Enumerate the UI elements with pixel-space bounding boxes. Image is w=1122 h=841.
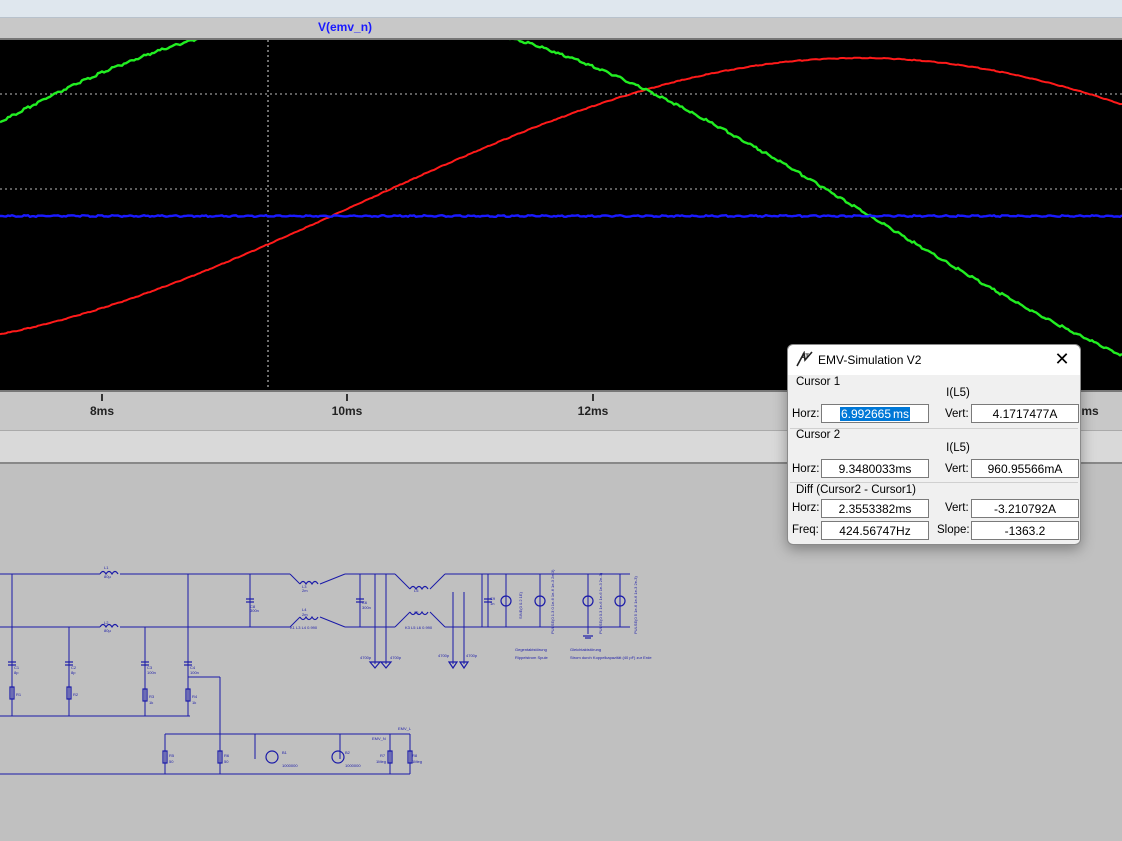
cursor2-horz-label: Horz: <box>792 463 820 475</box>
cursor2-group-label: Cursor 2 <box>796 429 841 441</box>
svg-text:LT: LT <box>802 354 809 360</box>
svg-text:PULSE(0 5 1e-6 1e-6 1e-3 2e-3): PULSE(0 5 1e-6 1e-6 1e-3 2e-3) <box>633 576 638 634</box>
schematic-labels: L1 80µ L2 80µ C8 300n C6 300n L3 2m L4 2… <box>14 565 652 768</box>
x-tick-label: 8ms <box>89 404 115 418</box>
plot-area[interactable] <box>0 13 1122 392</box>
waveform-svg <box>0 13 1122 390</box>
svg-text:80µ: 80µ <box>104 574 111 579</box>
svg-text:1000000: 1000000 <box>345 763 361 768</box>
svg-text:4700p: 4700p <box>390 655 402 660</box>
cursor2-vert-label: Vert: <box>945 463 969 475</box>
svg-text:300n: 300n <box>362 605 371 610</box>
dialog-title: EMV-Simulation V2 <box>818 353 922 367</box>
svg-text:PULSE(0 0.3 1e-6 1e-6 1e-3 2e-: PULSE(0 0.3 1e-6 1e-6 1e-3 2e-3) <box>598 572 603 634</box>
svg-text:L1: L1 <box>104 565 109 570</box>
x-tick-label: 10ms <box>331 404 363 418</box>
cursor2-trace-name: I(L5) <box>946 442 970 454</box>
diff-horz-label: Horz: <box>792 502 820 514</box>
cursor1-trace-name: I(L5) <box>946 387 970 399</box>
cursor1-horz-unit: ms <box>892 407 911 421</box>
svg-text:R2: R2 <box>73 692 79 697</box>
ltspice-window: V(emv_n) 8ms 10ms 12ms ms L1 80µ L2 80µ … <box>0 0 1122 841</box>
svg-text:EMV_L: EMV_L <box>398 726 412 731</box>
svg-text:PULSE(0 1.3 0 1e-6 1e-6 1e-3 2: PULSE(0 1.3 0 1e-6 1e-6 1e-3 2e-3) <box>550 569 555 634</box>
ltspice-logo-icon: LT <box>796 351 813 367</box>
svg-text:L6: L6 <box>414 610 419 615</box>
slope-field[interactable]: -1363.2 <box>971 521 1079 540</box>
diff-vert-label: Vert: <box>945 502 969 514</box>
svg-text:1k: 1k <box>149 700 153 705</box>
svg-text:50: 50 <box>169 759 174 764</box>
svg-text:Strom durch Koppelkapazität (4: Strom durch Koppelkapazität (40 pF) zur … <box>570 655 652 660</box>
svg-text:8p: 8p <box>71 670 76 675</box>
freq-label: Freq: <box>792 524 819 536</box>
svg-text:R6: R6 <box>224 753 230 758</box>
diff-group-label: Diff (Cursor2 - Cursor1) <box>796 484 916 496</box>
freq-field[interactable]: 424.56747Hz <box>821 521 929 540</box>
x-tick-label: ms <box>1081 404 1099 418</box>
cursor2-vert-field[interactable]: 960.95566mA <box>971 459 1079 478</box>
svg-text:R1: R1 <box>16 692 22 697</box>
svg-text:Gegentaktstörung: Gegentaktstörung <box>515 647 547 652</box>
svg-text:4700p: 4700p <box>466 653 478 658</box>
cursor1-horz-field[interactable]: 6.992665 ms <box>821 404 929 423</box>
svg-text:L5: L5 <box>414 588 419 593</box>
svg-text:Rippelstrom Spule: Rippelstrom Spule <box>515 655 548 660</box>
svg-text:1k: 1k <box>192 700 196 705</box>
window-top-bar <box>0 0 1122 18</box>
trace-label-emv-n[interactable]: V(emv_n) <box>318 20 372 34</box>
svg-text:R7: R7 <box>380 753 386 758</box>
svg-text:100n: 100n <box>190 670 199 675</box>
trace-green[interactable] <box>0 13 1122 357</box>
svg-text:4700p: 4700p <box>438 653 450 658</box>
svg-text:80µ: 80µ <box>104 628 111 633</box>
diff-horz-field[interactable]: 2.3553382ms <box>821 499 929 518</box>
svg-text:R8: R8 <box>412 753 418 758</box>
svg-text:K1 L3 L4 0.990: K1 L3 L4 0.990 <box>290 625 318 630</box>
svg-text:300n: 300n <box>250 608 259 613</box>
svg-text:SINE(0 0.2 1E): SINE(0 0.2 1E) <box>518 591 523 619</box>
svg-text:4700p: 4700p <box>360 655 372 660</box>
cursor2-horz-field[interactable]: 9.3480033ms <box>821 459 929 478</box>
svg-text:1000000: 1000000 <box>282 763 298 768</box>
svg-text:1Meg: 1Meg <box>412 759 422 764</box>
x-tick-label: 12ms <box>577 404 609 418</box>
svg-text:B1: B1 <box>282 750 288 755</box>
svg-text:1n: 1n <box>490 601 494 606</box>
cursor1-horz-selected-text: 6.992665 <box>839 407 893 421</box>
separator <box>790 482 1078 483</box>
svg-text:100n: 100n <box>147 670 156 675</box>
cursor1-vert-field[interactable]: 4.1717477A <box>971 404 1079 423</box>
cursor1-group-label: Cursor 1 <box>796 376 841 388</box>
diff-vert-field[interactable]: -3.210792A <box>971 499 1079 518</box>
svg-text:K3 L5 L6 0.990: K3 L5 L6 0.990 <box>405 625 433 630</box>
svg-text:EMV_N: EMV_N <box>372 736 386 741</box>
svg-text:1Meg: 1Meg <box>376 759 386 764</box>
svg-text:8p: 8p <box>14 670 19 675</box>
svg-text:R5: R5 <box>169 753 175 758</box>
cursor1-vert-label: Vert: <box>945 408 969 420</box>
cursor-dialog[interactable]: LT EMV-Simulation V2 ✕ Cursor 1 I(L5) Ho… <box>787 344 1081 545</box>
svg-text:2m: 2m <box>302 588 308 593</box>
svg-text:R4: R4 <box>192 694 198 699</box>
svg-text:Gleichtaktstörung: Gleichtaktstörung <box>570 647 601 652</box>
svg-text:50: 50 <box>224 759 229 764</box>
svg-text:R3: R3 <box>149 694 155 699</box>
svg-text:2m: 2m <box>302 612 308 617</box>
cursor1-horz-label: Horz: <box>792 408 820 420</box>
dialog-titlebar[interactable]: LT EMV-Simulation V2 ✕ <box>788 345 1080 375</box>
svg-text:B2: B2 <box>345 750 351 755</box>
trace-red[interactable] <box>0 56 1122 336</box>
slope-label: Slope: <box>937 524 970 536</box>
trace-blue[interactable] <box>0 213 1122 219</box>
svg-text:L2: L2 <box>104 620 109 625</box>
close-icon[interactable]: ✕ <box>1052 349 1072 369</box>
